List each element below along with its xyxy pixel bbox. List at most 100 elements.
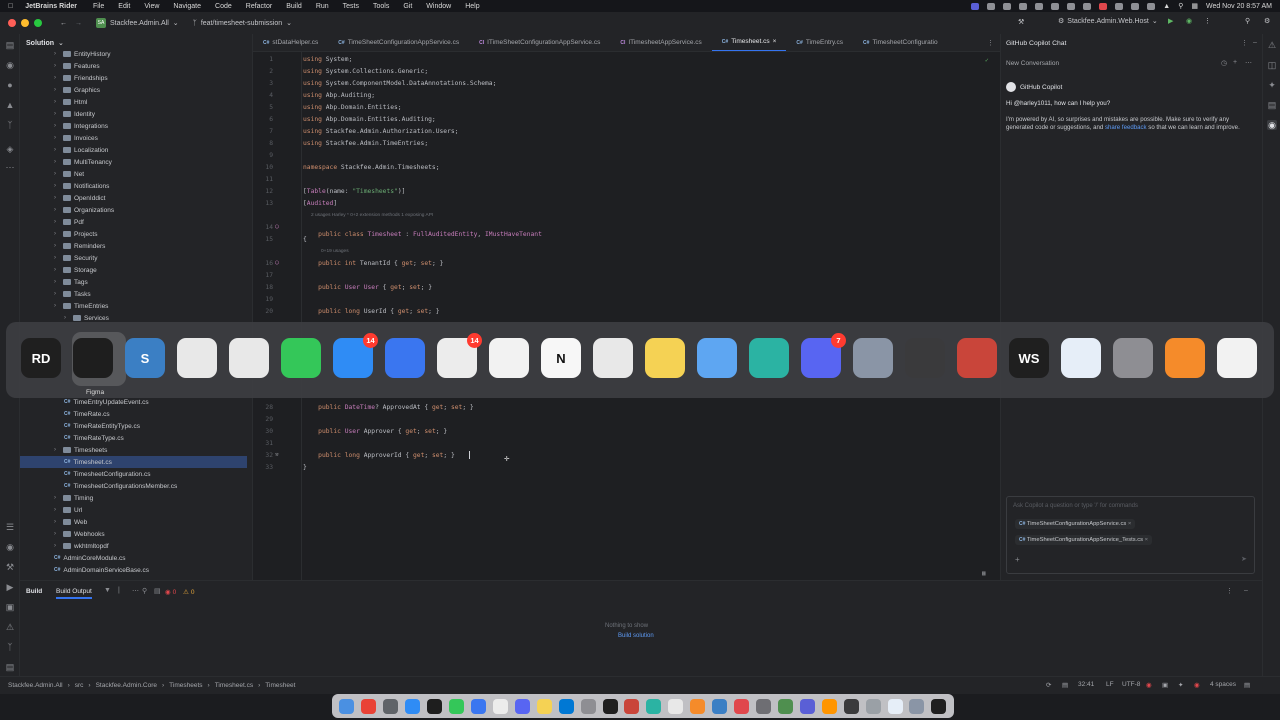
tree-file-row[interactable]: C# AdminCoreModule.cs xyxy=(20,552,247,564)
menu-edit[interactable]: Edit xyxy=(118,3,130,10)
chevron-right-icon[interactable]: › xyxy=(54,207,60,213)
chevron-right-icon[interactable]: › xyxy=(54,51,60,57)
bookmarks-icon[interactable]: ◈ xyxy=(5,144,15,154)
build-output-tab[interactable]: Build Output xyxy=(56,588,92,599)
menubar-datetime[interactable]: Wed Nov 20 8:57 AM xyxy=(1206,3,1272,10)
dock-app-icon[interactable] xyxy=(580,698,596,714)
gutter-implements-icon[interactable]: ◯ xyxy=(275,259,279,266)
chevron-right-icon[interactable]: › xyxy=(54,159,60,165)
editor-tab[interactable]: C# TimesheetConfiguratio xyxy=(853,34,948,51)
lock-icon[interactable]: ▣ xyxy=(1162,681,1168,689)
filter-icon[interactable]: ▼ xyxy=(104,587,111,594)
status-item-icon[interactable] xyxy=(1003,2,1012,10)
breadcrumb-item[interactable]: Stackfee.Admin.Core xyxy=(96,682,157,689)
editor-tab[interactable]: C# TimeSheetConfigurationAppService.cs xyxy=(328,34,469,51)
ai-assistant-icon[interactable]: ✦ xyxy=(1267,80,1277,90)
send-icon[interactable]: ➤ xyxy=(1241,555,1247,563)
minimize-panel-icon[interactable]: – xyxy=(1244,587,1248,594)
line-separator[interactable]: LF xyxy=(1106,681,1114,688)
dock-app-icon[interactable] xyxy=(865,698,881,714)
chevron-right-icon[interactable]: › xyxy=(54,99,60,105)
chevron-right-icon[interactable]: › xyxy=(54,447,60,453)
editor-tab[interactable]: C# stDataHelper.cs xyxy=(253,34,328,51)
status-item-icon[interactable] xyxy=(1067,2,1076,10)
git-tool-icon[interactable]: ● xyxy=(5,80,15,90)
figma-icon[interactable] xyxy=(73,338,113,378)
share-feedback-link[interactable]: share feedback xyxy=(1105,124,1147,131)
dock-app-icon[interactable] xyxy=(887,698,903,714)
tree-folder-row[interactable]: › Webhooks xyxy=(20,528,247,540)
structure-tool-icon[interactable]: ▲ xyxy=(5,100,15,110)
screen-icon[interactable] xyxy=(853,338,893,378)
tree-folder-row[interactable]: › Integrations xyxy=(20,120,247,132)
chevron-right-icon[interactable]: › xyxy=(54,123,60,129)
tree-folder-row[interactable]: › Invoices xyxy=(20,132,247,144)
back-button[interactable]: ← xyxy=(60,20,67,27)
menu-git[interactable]: Git xyxy=(403,3,412,10)
collapse-icon[interactable]: ⋯ xyxy=(132,587,139,595)
tree-folder-row[interactable]: › Storage xyxy=(20,264,247,276)
dock-app-icon[interactable] xyxy=(909,698,925,714)
more-options-icon[interactable]: ⋮ xyxy=(1241,39,1248,47)
tree-file-row[interactable]: C# TimeRateType.cs xyxy=(20,432,247,444)
search-icon[interactable]: ⚲ xyxy=(1178,2,1183,10)
dock-app-icon[interactable] xyxy=(734,698,750,714)
problems-icon[interactable]: ⚠ xyxy=(5,622,15,632)
rider-icon[interactable]: RD xyxy=(21,338,61,378)
dock-app-icon[interactable] xyxy=(361,698,377,714)
chevron-right-icon[interactable]: › xyxy=(54,279,60,285)
menu-window[interactable]: Window xyxy=(426,3,451,10)
menu-view[interactable]: View xyxy=(144,3,159,10)
tree-folder-row[interactable]: › Features xyxy=(20,60,247,72)
dock-app-icon[interactable] xyxy=(558,698,574,714)
dock-app-icon[interactable] xyxy=(536,698,552,714)
tree-file-row[interactable]: C# Timesheet.cs xyxy=(20,456,247,468)
tree-folder-row[interactable]: › TimeEntries xyxy=(20,300,247,312)
close-tab-icon[interactable]: × xyxy=(773,38,777,45)
chatgpt-icon[interactable] xyxy=(177,338,217,378)
tree-folder-row[interactable]: › Net xyxy=(20,168,247,180)
status-item-icon[interactable] xyxy=(987,2,996,10)
dock-app-icon[interactable] xyxy=(821,698,837,714)
tree-file-row[interactable]: C# TimeRateEntityType.cs xyxy=(20,420,247,432)
commit-tool-icon[interactable]: ◉ xyxy=(5,60,15,70)
add-context-icon[interactable]: + xyxy=(1015,555,1020,564)
dock-app-icon[interactable] xyxy=(843,698,859,714)
chrome-icon[interactable] xyxy=(229,338,269,378)
build-tab[interactable]: Build xyxy=(26,588,42,595)
run-tool-icon[interactable]: ▶ xyxy=(5,582,15,592)
chevron-right-icon[interactable]: › xyxy=(54,495,60,501)
status-item-icon[interactable] xyxy=(1019,2,1028,10)
zoom-window-button[interactable] xyxy=(34,19,42,27)
tree-file-row[interactable]: C# TimesheetConfiguration.cs xyxy=(20,468,247,480)
chevron-right-icon[interactable]: › xyxy=(54,507,60,513)
forward-button[interactable]: → xyxy=(75,20,82,27)
apple-icon[interactable]:  xyxy=(8,3,13,10)
discord-icon[interactable]: 7 xyxy=(801,333,846,378)
class-codevision-hint[interactable]: 2 usages Harley * 0+2 extension methods … xyxy=(311,213,433,218)
services-icon[interactable]: ☰ xyxy=(5,522,15,532)
more-options-icon[interactable]: ⋯ xyxy=(1245,59,1252,67)
tree-folder-row[interactable]: › Security xyxy=(20,252,247,264)
chevron-right-icon[interactable]: › xyxy=(54,255,60,261)
dock-app-icon[interactable] xyxy=(449,698,465,714)
code-editor[interactable]: 1 using System; 2 using System.Collections.… xyxy=(253,52,1000,580)
tree-folder-row[interactable]: › Localization xyxy=(20,144,247,156)
attachment-chip[interactable]: C# TimeSheetConfigurationAppService_Test… xyxy=(1015,535,1153,545)
pull-requests-icon[interactable]: ᛉ xyxy=(5,120,15,130)
tree-folder-row[interactable]: › Timing xyxy=(20,492,247,504)
menu-build[interactable]: Build xyxy=(286,3,302,10)
tree-folder-row[interactable]: › Html xyxy=(20,96,247,108)
chevron-down-icon[interactable]: ⌄ xyxy=(58,39,64,47)
build-solution-link[interactable]: Build solution xyxy=(618,633,654,639)
wifi-icon[interactable]: ▲ xyxy=(1163,3,1170,10)
signal-icon[interactable] xyxy=(385,338,425,378)
dock-app-icon[interactable] xyxy=(492,698,508,714)
mail-icon[interactable]: 14 xyxy=(333,333,378,378)
more-options-icon[interactable]: ⋮ xyxy=(1226,587,1233,595)
endpoints-icon[interactable]: ▤ xyxy=(1267,100,1277,110)
dock-app-icon[interactable] xyxy=(514,698,530,714)
chevron-right-icon[interactable]: › xyxy=(54,519,60,525)
copilot-status-icon[interactable]: ◉ xyxy=(1146,681,1152,689)
chevron-right-icon[interactable]: › xyxy=(54,183,60,189)
